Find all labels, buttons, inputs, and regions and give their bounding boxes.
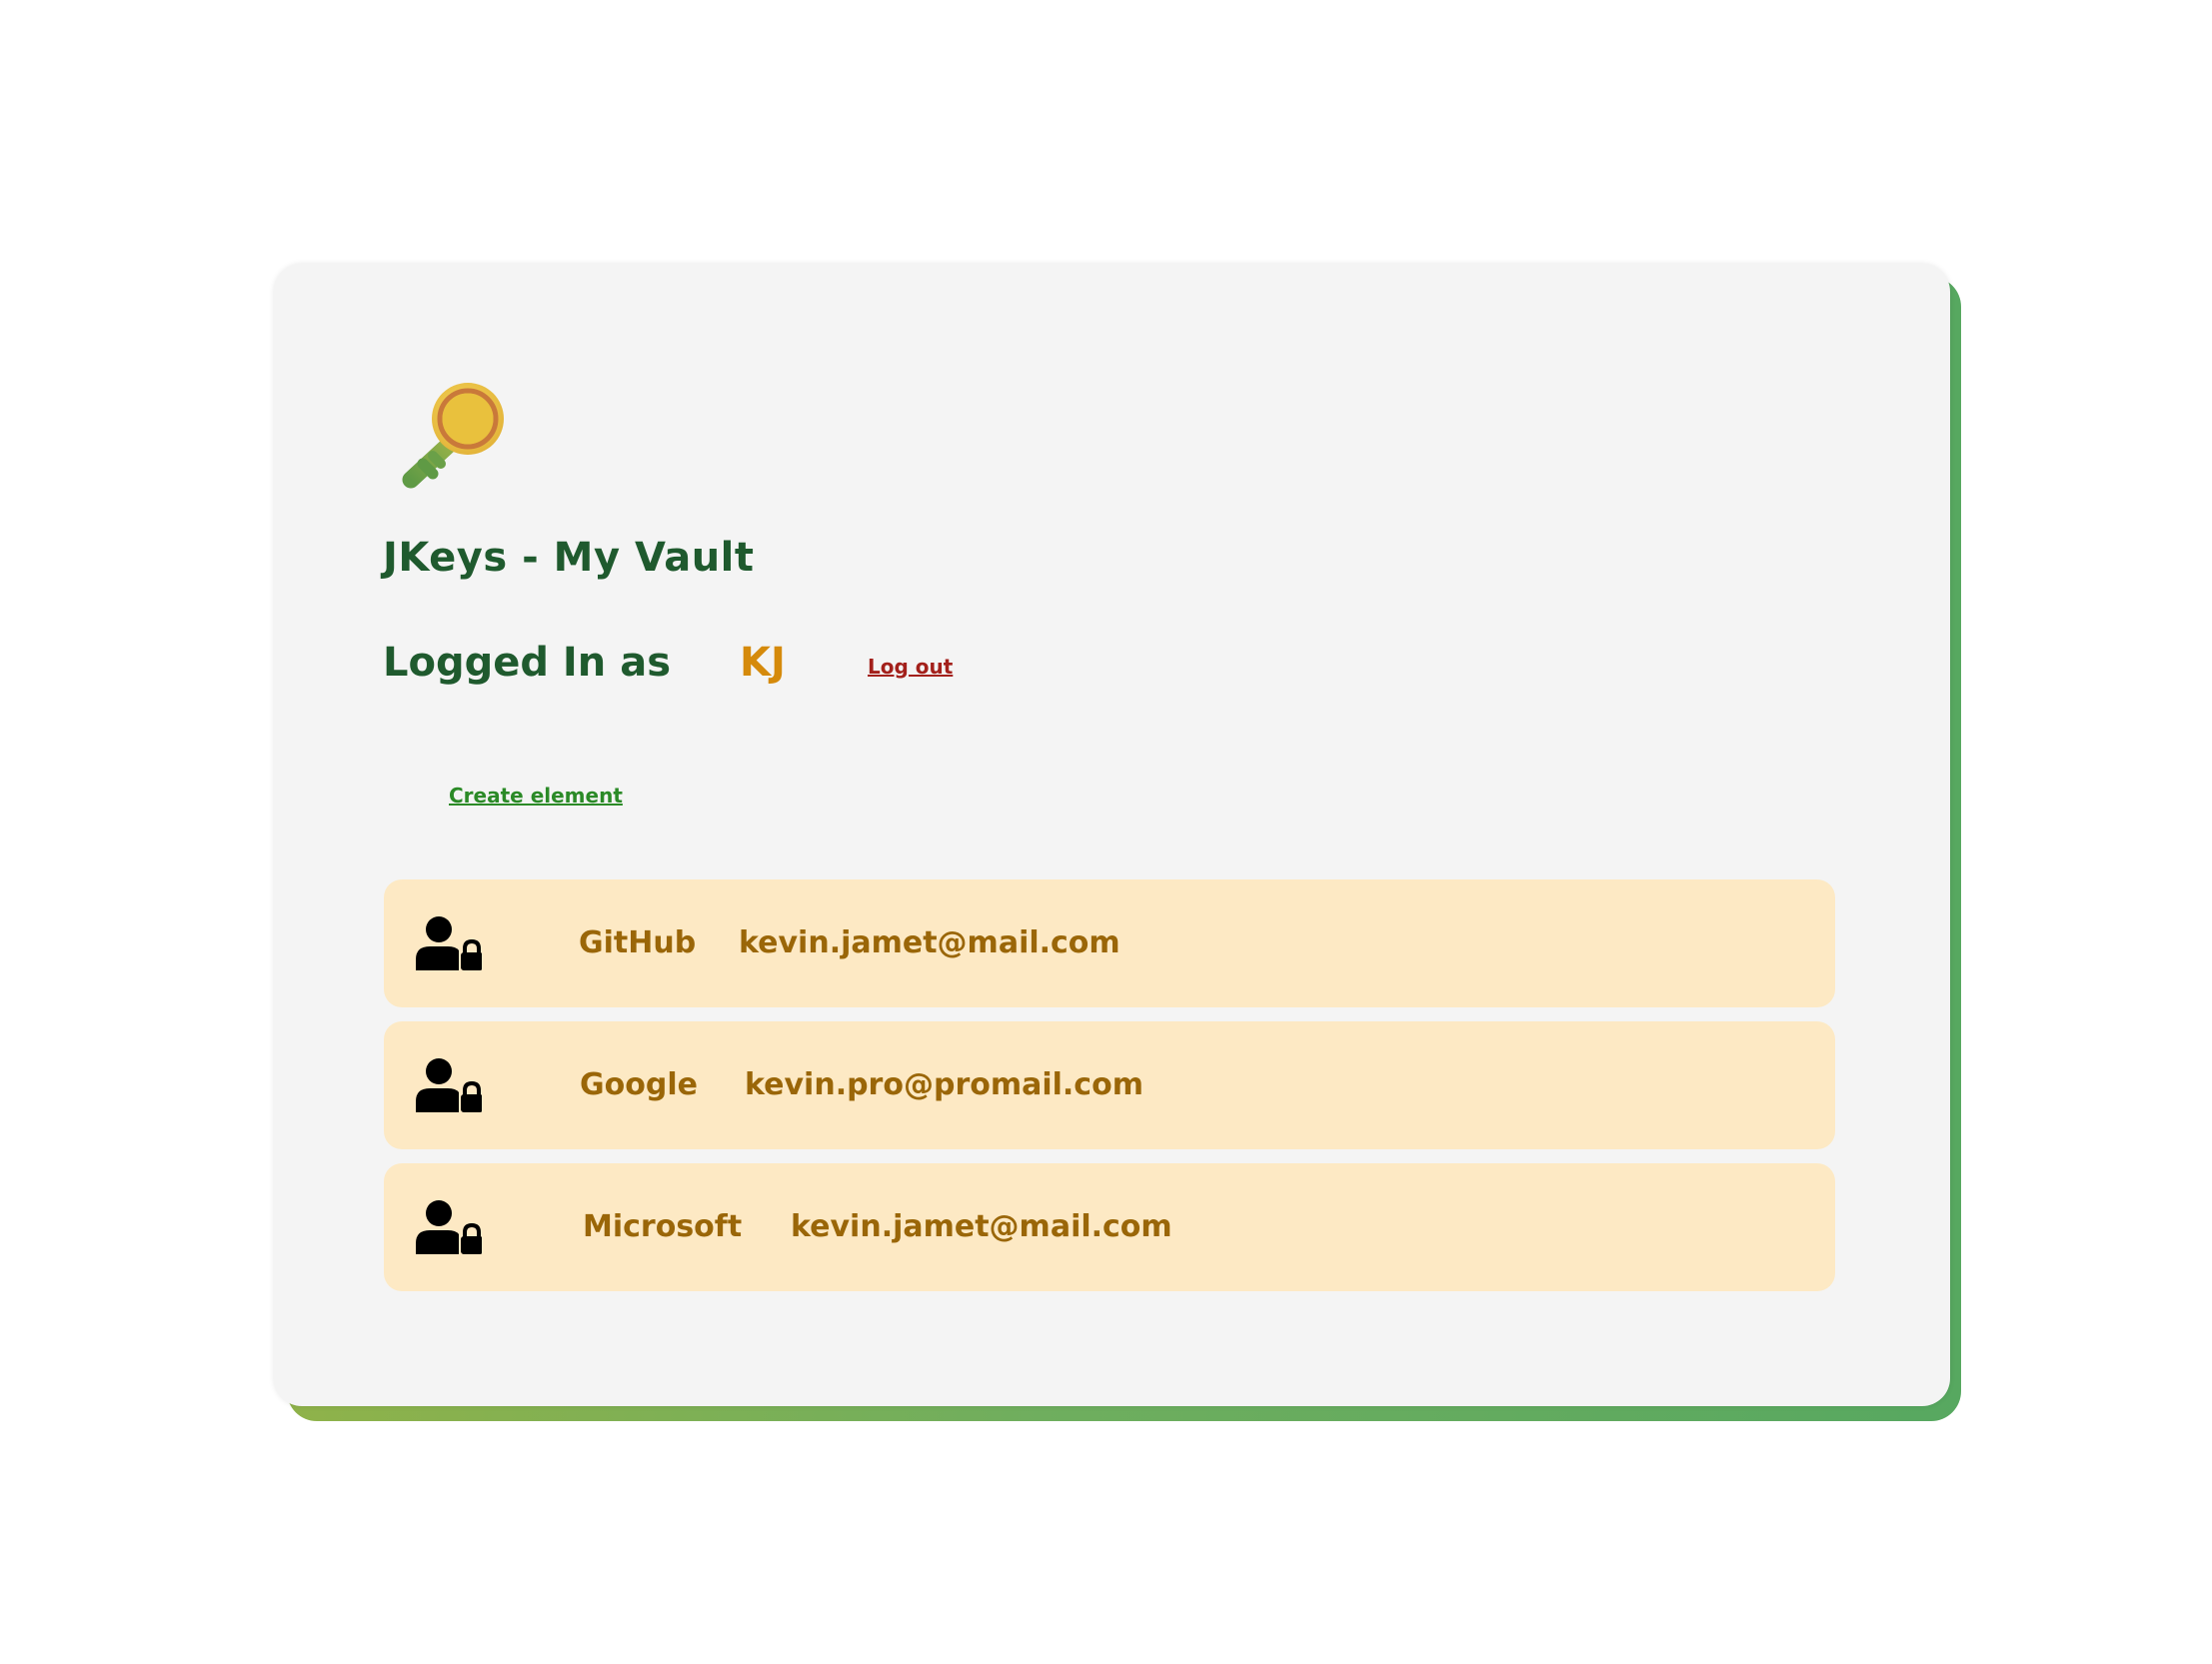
entry-account: kevin.jamet@mail.com bbox=[791, 1209, 1172, 1244]
entry-account: kevin.jamet@mail.com bbox=[739, 925, 1120, 960]
vault-entry-microsoft[interactable]: Microsoft kevin.jamet@mail.com bbox=[384, 1163, 1835, 1291]
key-icon bbox=[402, 383, 504, 489]
create-element-link[interactable]: Create element bbox=[449, 784, 623, 808]
user-lock-icon bbox=[416, 1200, 482, 1254]
vault-entry-google[interactable]: Google kevin.pro@promail.com bbox=[384, 1021, 1835, 1149]
entry-service: Microsoft bbox=[583, 1209, 743, 1244]
user-lock-icon bbox=[416, 916, 482, 970]
entry-service: GitHub bbox=[579, 925, 697, 960]
logged-in-label: Logged In as bbox=[383, 640, 672, 686]
page-title: JKeys - My Vault bbox=[383, 535, 755, 581]
entry-account: kevin.pro@promail.com bbox=[745, 1067, 1143, 1102]
user-lock-icon bbox=[416, 1058, 482, 1112]
user-initials: KJ bbox=[740, 640, 786, 686]
entry-service: Google bbox=[580, 1067, 698, 1102]
logout-link[interactable]: Log out bbox=[868, 655, 953, 679]
vault-entry-github[interactable]: GitHub kevin.jamet@mail.com bbox=[384, 879, 1835, 1007]
